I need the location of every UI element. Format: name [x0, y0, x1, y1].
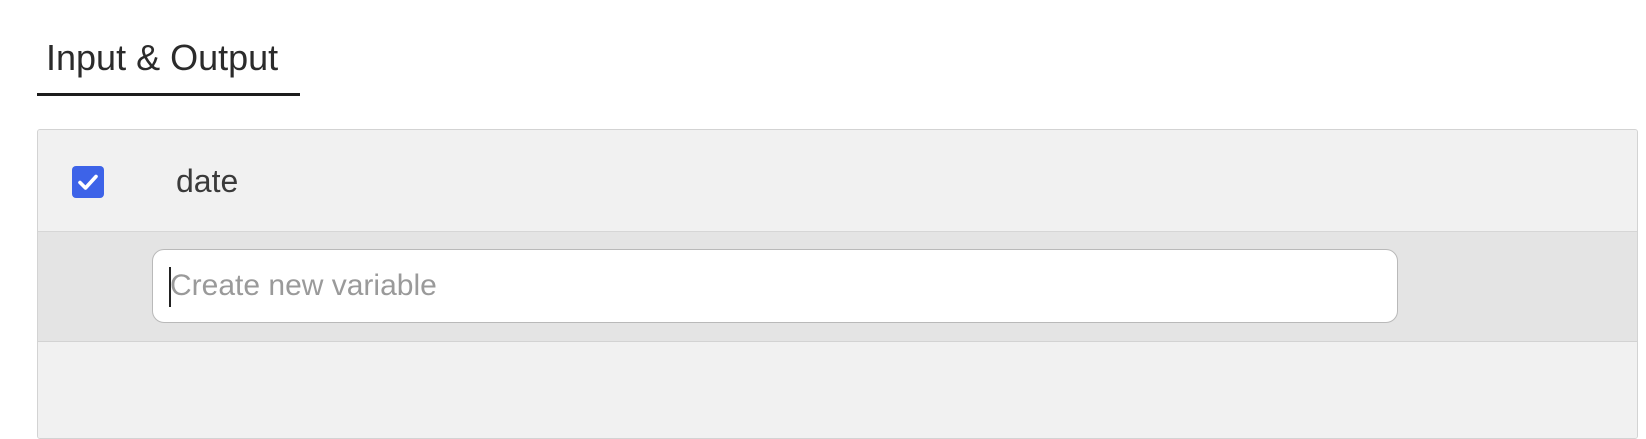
checkmark-icon [78, 174, 98, 190]
variable-checkbox[interactable] [72, 166, 104, 198]
empty-area [38, 342, 1637, 438]
text-caret [169, 267, 171, 307]
new-variable-input[interactable] [152, 249, 1398, 323]
new-variable-row [38, 232, 1637, 342]
variable-name: date [176, 163, 239, 199]
variables-panel: date [37, 129, 1638, 439]
tab-label: Input & Output [46, 37, 279, 78]
tab-input-output[interactable]: Input & Output [37, 36, 300, 96]
variable-row: date [38, 130, 1637, 232]
